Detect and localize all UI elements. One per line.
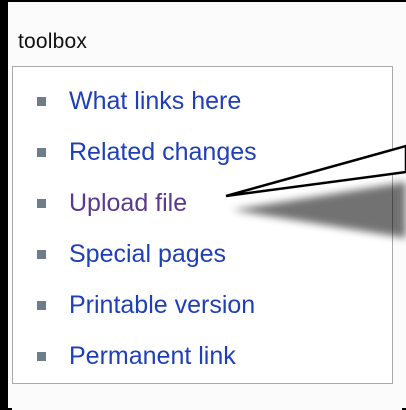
upload-file-link[interactable]: Upload file [69, 189, 187, 217]
toolbox-item-permanent-link: Permanent link [13, 336, 392, 387]
toolbox-portlet: What links here Related changes Upload f… [12, 66, 393, 384]
toolbox-item-printable-version: Printable version [13, 285, 392, 336]
panel-bottom-strip [12, 384, 402, 410]
toolbox-item-special-pages: Special pages [13, 234, 392, 285]
toolbox-heading: toolbox [18, 30, 88, 53]
square-bullet-icon [37, 250, 46, 259]
toolbox-item-upload-file: Upload file [13, 183, 392, 234]
toolbox-item-what-links-here: What links here [13, 81, 392, 132]
square-bullet-icon [37, 352, 46, 361]
sidebar-panel: toolbox What links here Related changes … [6, 0, 406, 410]
what-links-here-link[interactable]: What links here [69, 87, 241, 115]
special-pages-link[interactable]: Special pages [69, 240, 226, 268]
toolbox-links-list: What links here Related changes Upload f… [13, 81, 392, 387]
square-bullet-icon [37, 148, 46, 157]
related-changes-link[interactable]: Related changes [69, 138, 257, 166]
printable-version-link[interactable]: Printable version [69, 291, 255, 319]
square-bullet-icon [37, 97, 46, 106]
toolbox-item-related-changes: Related changes [13, 132, 392, 183]
permanent-link-link[interactable]: Permanent link [69, 342, 236, 370]
square-bullet-icon [37, 199, 46, 208]
square-bullet-icon [37, 301, 46, 310]
screenshot-frame: toolbox What links here Related changes … [0, 0, 406, 410]
